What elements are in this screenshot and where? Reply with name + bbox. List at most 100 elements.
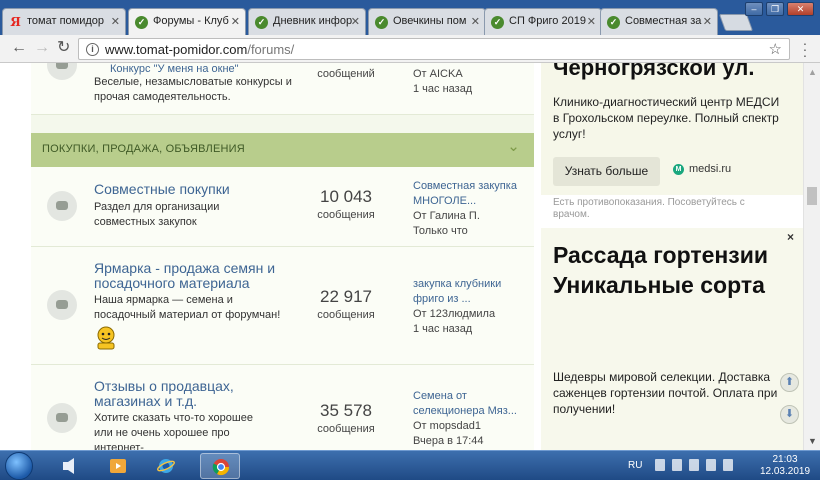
- last-post-time: Вчера в 17:44: [413, 435, 484, 447]
- scroll-arrow-up-icon[interactable]: ▲: [808, 67, 817, 77]
- tab-label: томат помидор: [27, 15, 104, 27]
- tab-label: Совместная за: [625, 15, 702, 27]
- post-count: 35 578: [320, 401, 372, 420]
- last-post-author[interactable]: От AICKA: [413, 67, 525, 82]
- close-icon[interactable]: ✕: [703, 15, 712, 28]
- restore-button[interactable]: ❐: [766, 2, 784, 16]
- last-post: Семена от селекционера Мяз... От mopsdad…: [413, 389, 525, 449]
- tray-battery-icon[interactable]: [672, 459, 682, 471]
- tab-label: Овечкины пом: [393, 15, 467, 27]
- yandex-icon: Я: [10, 15, 21, 29]
- tab-label: СП Фриго 2019: [509, 15, 586, 27]
- back-arrow-icon[interactable]: ←: [11, 40, 27, 56]
- forum-description: Хотите сказать что-то хорошее или не оче…: [94, 412, 253, 450]
- tab-diary[interactable]: ✓ Дневник инфор ✕: [248, 8, 366, 35]
- close-icon[interactable]: ✕: [231, 15, 240, 28]
- forum-row-joint-purchases: Совместные покупки Раздел для организаци…: [31, 167, 534, 247]
- forward-arrow-icon[interactable]: →: [34, 40, 50, 56]
- browser-menu-icon[interactable]: · · ·: [800, 36, 810, 62]
- tab-ovechkiny[interactable]: ✓ Овечкины пом ✕: [368, 8, 486, 35]
- last-post: Совместная закупка МНОГОЛЕ... От Галина …: [413, 179, 525, 239]
- tab-label: Дневник инфор: [273, 15, 353, 27]
- taskbar-chrome-icon[interactable]: [200, 453, 240, 479]
- ad-headline: Черногрязской ул.: [553, 63, 755, 80]
- language-indicator[interactable]: RU: [628, 460, 642, 471]
- scroll-up-icon[interactable]: ⬆: [780, 373, 799, 392]
- tab-sp-frigo[interactable]: ✓ СП Фриго 2019 ✕: [484, 8, 602, 35]
- smiley-icon: [95, 325, 117, 351]
- forum-description: Наша ярмарка — семена и посадочный матер…: [94, 294, 281, 321]
- last-post-author[interactable]: От 123людмила: [413, 307, 525, 322]
- minimize-button[interactable]: –: [745, 2, 763, 16]
- forum-bubble-icon: [47, 191, 77, 221]
- last-post-author[interactable]: От Галина П.: [413, 209, 525, 224]
- last-post: закупка клубники фриго из ... От 123людм…: [413, 277, 525, 337]
- taskbar-video-icon[interactable]: [98, 453, 138, 479]
- tray-volume-icon[interactable]: [723, 459, 733, 471]
- forum-row-contests: Конкурс "У меня на окне" Веселые, незамы…: [31, 63, 534, 115]
- window-close-button[interactable]: ✕: [787, 2, 814, 16]
- ad-domain-text: medsi.ru: [689, 163, 732, 175]
- address-path: /forums/: [247, 42, 295, 57]
- scrollbar-thumb[interactable]: [807, 187, 817, 205]
- last-post-author[interactable]: От mopsdad1: [413, 419, 525, 434]
- category-header[interactable]: ПОКУПКИ, ПРОДАЖА, ОБЪЯВЛЕНИЯ ⌄: [31, 133, 534, 167]
- close-icon[interactable]: ✕: [351, 15, 360, 28]
- forum-title-link[interactable]: Совместные покупки: [94, 182, 230, 197]
- last-post-title[interactable]: Семена от селекционера Мяз...: [413, 389, 525, 419]
- clock-time: 21:03: [772, 454, 798, 465]
- taskbar-media-icon[interactable]: [50, 453, 90, 479]
- post-count-unit: сообщения: [317, 309, 375, 321]
- tab-strip: Я томат помидор ✕ ✓ Форумы - Клуб ✕ ✓ Дн…: [0, 0, 820, 36]
- system-clock[interactable]: 21:03 12.03.2019: [755, 454, 815, 478]
- scroll-arrow-down-icon[interactable]: ▼: [808, 436, 817, 446]
- forum-bubble-icon: [47, 290, 77, 320]
- info-icon[interactable]: i: [86, 43, 99, 56]
- forum-title-link[interactable]: Ярмарка - продажа семян и посадочного ма…: [94, 261, 284, 291]
- ad-text: Шедевры мировой селекции. Доставка сажен…: [553, 370, 778, 416]
- learn-more-button[interactable]: Узнать больше: [553, 157, 660, 186]
- last-post-time: 1 час назад: [413, 83, 473, 95]
- tab-forums[interactable]: ✓ Форумы - Клуб ✕: [128, 8, 246, 36]
- forum-title-link[interactable]: Отзывы о продавцах, магазинах и т.д.: [94, 379, 269, 409]
- ad-column: Черногрязской ул. Клинико-диагностически…: [534, 63, 803, 450]
- close-icon[interactable]: ✕: [471, 15, 480, 28]
- ad-medsi[interactable]: Черногрязской ул. Клинико-диагностически…: [541, 63, 803, 195]
- category-title: ПОКУПКИ, ПРОДАЖА, ОБЪЯВЛЕНИЯ: [42, 143, 245, 155]
- tab-yandex[interactable]: Я томат помидор ✕: [2, 8, 126, 35]
- new-tab-button[interactable]: [718, 14, 754, 31]
- start-button[interactable]: [5, 452, 33, 480]
- tray-flag-icon[interactable]: [689, 459, 699, 471]
- taskbar-ie-icon[interactable]: [146, 453, 186, 479]
- ad-close-icon[interactable]: ×: [787, 230, 794, 244]
- ad-domain[interactable]: Mmedsi.ru: [673, 163, 731, 175]
- medsi-logo-icon: M: [673, 164, 684, 175]
- reload-icon[interactable]: ↻: [57, 40, 70, 56]
- last-post-title[interactable]: закупка клубники фриго из ...: [413, 277, 525, 307]
- close-icon[interactable]: ✕: [111, 15, 120, 28]
- last-post: От AICKA 1 час назад: [413, 67, 525, 97]
- tray-network-icon[interactable]: [706, 459, 716, 471]
- site-favicon-icon: ✓: [375, 16, 388, 29]
- forum-bubble-icon: [47, 63, 77, 80]
- tray-arrow-icon[interactable]: [655, 459, 665, 471]
- windows-taskbar: RU 21:03 12.03.2019: [0, 450, 820, 480]
- close-icon[interactable]: ✕: [587, 15, 596, 28]
- tab-joint-purchase[interactable]: ✓ Совместная за ✕: [600, 8, 718, 35]
- forum-list: Конкурс "У меня на окне" Веселые, незамы…: [31, 63, 534, 450]
- bookmark-star-icon[interactable]: ☆: [769, 40, 782, 58]
- tab-label: Форумы - Клуб: [153, 15, 229, 27]
- site-favicon-icon: ✓: [135, 16, 148, 29]
- post-count: 22 917: [320, 287, 372, 306]
- scroll-down-icon[interactable]: ⬇: [780, 405, 799, 424]
- ad-text: Клинико-диагностический центр МЕДСИ в Гр…: [553, 95, 780, 141]
- address-bar[interactable]: i www.tomat-pomidor.com/forums/ ☆: [78, 38, 790, 60]
- forum-description: Раздел для организации совместных закупо…: [94, 201, 220, 228]
- last-post-time: Только что: [413, 225, 468, 237]
- post-count: 10 043: [320, 187, 372, 206]
- last-post-title[interactable]: Совместная закупка МНОГОЛЕ...: [413, 179, 525, 209]
- page-scrollbar[interactable]: ▲ ▼: [803, 63, 820, 450]
- chevron-down-icon[interactable]: ⌄: [507, 137, 520, 155]
- site-favicon-icon: ✓: [607, 16, 620, 29]
- ad-hydrangea[interactable]: × Рассада гортензии Уникальные сорта Шед…: [541, 228, 803, 450]
